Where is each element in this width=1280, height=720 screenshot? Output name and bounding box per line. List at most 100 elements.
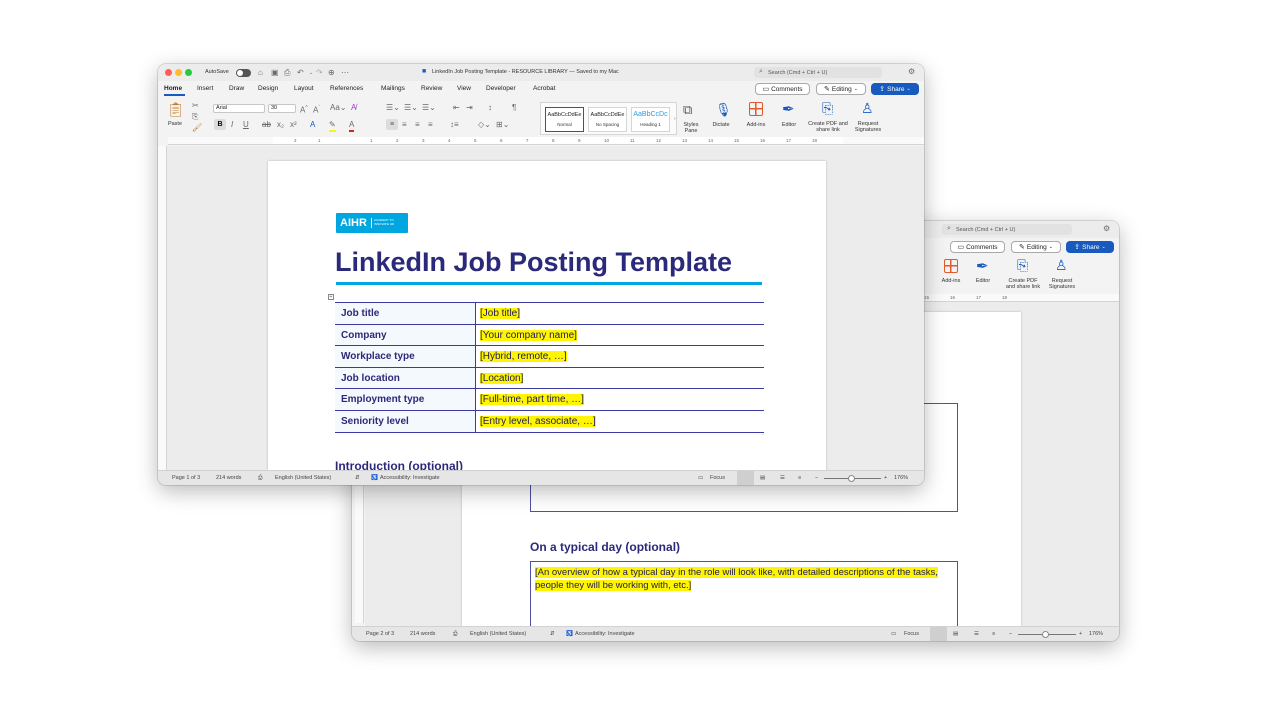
web-layout-icon[interactable]: ▤ [760,475,765,481]
search-box[interactable]: ⌕ Search (Cmd + Ctrl + U) [942,224,1072,235]
addins-button[interactable]: Add-ins [744,102,768,132]
format-painter-icon[interactable]: 🖌︎ [192,123,202,133]
horizontal-ruler[interactable]: 2 1 1 2 3 4 5 6 7 8 9 10 11 12 13 14 15 … [168,137,924,145]
italic-button[interactable]: I [231,120,233,130]
tab-insert[interactable]: Insert [197,85,213,92]
request-signatures-button[interactable]: ♙ Request Signatures [1045,257,1079,290]
font-size-select[interactable]: 30 [268,104,296,113]
page-count[interactable]: Page 2 of 3 [366,631,394,637]
vertical-ruler[interactable] [158,146,167,470]
tab-view[interactable]: View [457,85,471,92]
zoom-level[interactable]: 176% [1089,631,1103,637]
align-right-icon[interactable]: ≡ [415,120,420,130]
underline-button[interactable]: U [243,120,249,130]
zoom-window-button[interactable] [185,69,192,76]
zoom-out-button[interactable]: − [1009,631,1012,637]
focus-button[interactable]: Focus [904,631,919,637]
zoom-in-button[interactable]: + [884,475,887,481]
home-icon[interactable]: ⌂ [258,68,263,78]
create-pdf-button[interactable]: ⎘ Create PDF and share link [1006,257,1040,290]
print-icon[interactable]: ⎙ [284,68,290,78]
style-no-spacing[interactable]: AaBbCcDdEe No Spacing [588,107,627,132]
strikethrough-button[interactable]: ab [262,120,271,130]
document-page[interactable]: AIHR ACADEMY TO INNOVATE HR LinkedIn Job… [268,161,826,473]
comments-button[interactable]: ▭ Comments [755,83,810,95]
shading-icon[interactable]: ◇⌄ [478,120,491,130]
outline-icon[interactable]: ☰ [780,475,785,481]
zoom-out-button[interactable]: − [815,475,818,481]
borders-icon[interactable]: ⊞⌄ [496,120,509,130]
outline-icon[interactable]: ☰ [974,631,979,637]
close-window-button[interactable] [165,69,172,76]
search-box[interactable]: ⌕ Search (Cmd + Ctrl + U) [754,67,882,78]
show-formatting-icon[interactable]: ¶ [512,103,516,113]
paste-button[interactable]: 📋︎ Paste [164,101,186,131]
undo-icon[interactable]: ↶ [297,68,304,78]
autoformat-icon[interactable]: ⊕ [328,68,335,78]
text-predictions-icon[interactable]: ⇵ [550,631,555,637]
styles-pane-button[interactable]: ⧉ Styles Pane [680,102,702,135]
word-count[interactable]: 214 words [216,475,241,481]
line-spacing-icon[interactable]: ↕≡ [450,120,459,130]
tab-layout[interactable]: Layout [294,85,314,92]
settings-icon[interactable]: ⚙ [1103,224,1110,234]
share-button[interactable]: ⇪ Share ⌄ [871,83,919,95]
minimize-window-button[interactable] [175,69,182,76]
editing-button[interactable]: ✎ Editing ⌄ [816,83,866,95]
horizontal-ruler[interactable]: 15 16 17 18 [922,294,1119,302]
share-button[interactable]: ⇪ Share ⌄ [1066,241,1114,253]
language[interactable]: English (United States) [470,631,526,637]
style-normal[interactable]: AaBbCcDdEe Normal [545,107,584,132]
more-icon[interactable]: ⋯ [341,68,349,78]
tab-acrobat[interactable]: Acrobat [533,85,555,92]
proofing-icon[interactable]: ⎙ [258,475,262,482]
request-signatures-button[interactable]: ♙ Request Signatures [850,100,886,135]
align-center-icon[interactable]: ≡ [402,120,407,130]
subscript-button[interactable]: x₂ [277,120,284,130]
addins-button[interactable]: Add-ins [940,259,962,289]
zoom-level[interactable]: 176% [894,475,908,481]
editing-button[interactable]: ✎ Editing ⌄ [1011,241,1061,253]
proofing-icon[interactable]: ⎙ [453,631,457,638]
multilevel-list-icon[interactable]: ☰⌄ [422,103,436,113]
tab-draw[interactable]: Draw [229,85,244,92]
settings-icon[interactable]: ⚙ [908,67,915,77]
sort-icon[interactable]: ↕ [488,103,492,113]
bold-button[interactable]: B [214,119,226,130]
create-pdf-button[interactable]: ⎘ Create PDF and share link [808,100,848,135]
print-layout-button[interactable] [737,471,754,485]
vertical-ruler[interactable] [355,486,364,623]
page-count[interactable]: Page 1 of 3 [172,475,200,481]
accessibility-status[interactable]: Accessibility: Investigate [575,631,635,637]
language[interactable]: English (United States) [275,475,331,481]
highlight-icon[interactable]: ✎ [329,120,336,132]
tab-home[interactable]: Home [164,85,182,92]
table-move-handle[interactable]: + [328,294,334,300]
editor-button[interactable]: ✒ Editor [972,258,994,289]
save-icon[interactable]: ▣ [271,68,279,78]
copy-icon[interactable]: ⎘ [192,112,198,122]
redo-icon[interactable]: ↷ [316,68,323,78]
text-predictions-icon[interactable]: ⇵ [355,475,360,481]
superscript-button[interactable]: x² [290,120,297,130]
font-color-icon[interactable]: A [349,120,355,132]
justify-icon[interactable]: ≡ [428,120,433,130]
change-case-icon[interactable]: Aa⌄ [330,103,347,113]
zoom-in-button[interactable]: + [1079,631,1082,637]
styles-scroll-icon[interactable]: › [674,114,676,124]
editor-button[interactable]: ✒ Editor [777,101,801,132]
numbering-icon[interactable]: ☰⌄ [404,103,418,113]
chevron-down-icon[interactable]: ⌄ [309,68,313,78]
document-title[interactable]: LinkedIn Job Posting Template - RESOURCE… [432,69,619,75]
word-count[interactable]: 214 words [410,631,435,637]
dictate-button[interactable]: 🎙︎ Dictate [709,102,733,132]
bullets-icon[interactable]: ☰⌄ [386,103,400,113]
draft-icon[interactable]: ≡ [798,475,801,481]
clear-formatting-icon[interactable]: A̸ [351,103,356,113]
decrease-indent-icon[interactable]: ⇤ [453,103,460,113]
align-left-button[interactable]: ≡ [386,119,398,130]
zoom-slider-thumb[interactable] [1042,631,1049,638]
shrink-font-icon[interactable]: Aˇ [313,103,320,116]
increase-indent-icon[interactable]: ⇥ [466,103,473,113]
cut-icon[interactable]: ✂ [192,101,199,111]
